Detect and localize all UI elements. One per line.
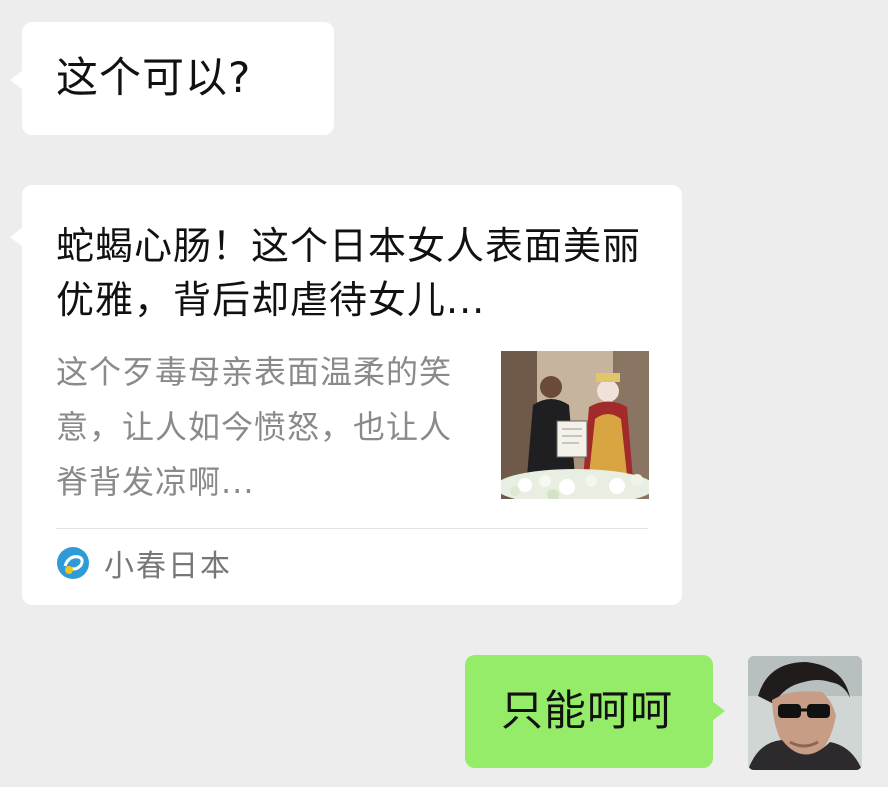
article-share-card[interactable]: 蛇蝎心肠！这个日本女人表面美丽优雅，背后却虐待女儿... 这个歹毒母亲表面温柔的…	[10, 185, 682, 605]
source-logo-icon	[56, 546, 90, 580]
outgoing-message-text: 只能呵呵	[501, 686, 674, 735]
wedding-photo-icon	[501, 351, 649, 499]
article-title: 蛇蝎心肠！这个日本女人表面美丽优雅，背后却虐待女儿...	[56, 224, 642, 322]
article-description: 这个歹毒母亲表面温柔的笑意，让人如今愤怒，也让人脊背发凉啊...	[56, 353, 453, 501]
source-name: 小春日本	[104, 549, 232, 584]
user-avatar[interactable]	[748, 656, 862, 770]
incoming-message-text: 这个可以?	[56, 53, 252, 102]
article-thumbnail	[501, 351, 649, 499]
incoming-message-bubble[interactable]: 这个可以?	[10, 22, 334, 135]
article-divider	[56, 528, 648, 529]
outgoing-message-bubble[interactable]: 只能呵呵	[465, 655, 725, 768]
chat-conversation: 这个可以? 蛇蝎心肠！这个日本女人表面美丽优雅，背后却虐待女儿... 这个歹毒母…	[0, 0, 888, 787]
avatar-portrait-icon	[748, 656, 862, 770]
article-source[interactable]: 小春日本	[56, 543, 232, 584]
